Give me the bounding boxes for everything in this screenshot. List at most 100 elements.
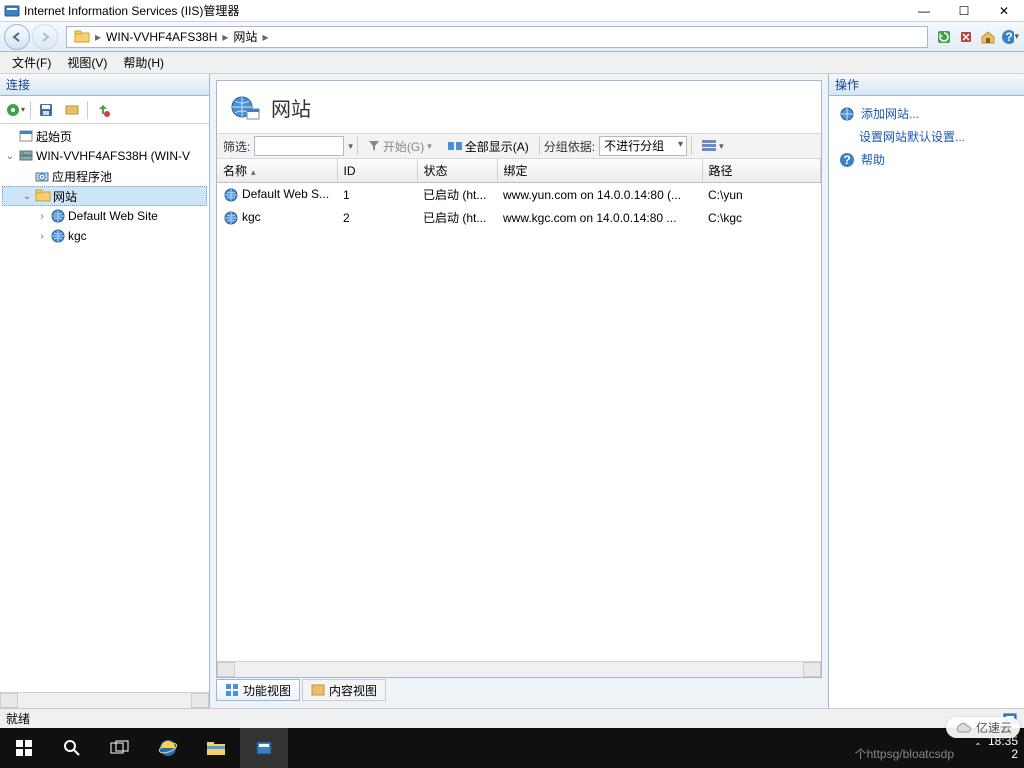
tree-label: WIN-VVHF4AFS38H (WIN-V: [36, 149, 190, 163]
cloud-icon: [954, 721, 972, 735]
reconnect-icon[interactable]: [61, 99, 83, 121]
grid-hscrollbar[interactable]: [217, 661, 821, 677]
tree-node-app-pool[interactable]: 应用程序池: [2, 166, 207, 186]
content-title-row: 网站: [217, 81, 821, 133]
tree-toggle-icon[interactable]: ⌄: [4, 151, 16, 162]
globe-icon: [839, 106, 855, 122]
action-help[interactable]: ? 帮助: [837, 148, 1016, 171]
up-level-icon[interactable]: [92, 99, 114, 121]
table-row[interactable]: Default Web S...1已启动 (ht...www.yun.com o…: [217, 183, 821, 207]
showall-icon: [448, 140, 462, 152]
groupby-select[interactable]: 不进行分组: [599, 136, 687, 156]
site-icon: [50, 228, 66, 244]
watermark-text: 个httpsg/bloatcsdp: [855, 745, 954, 762]
close-button[interactable]: ✕: [984, 0, 1024, 22]
taskbar-explorer[interactable]: [192, 728, 240, 768]
breadcrumb[interactable]: ▸ WIN-VVHF4AFS38H ▸ 网站 ▸: [66, 26, 928, 48]
column-header[interactable]: 路径: [702, 159, 821, 183]
refresh-icon[interactable]: [934, 27, 954, 47]
app-pool-icon: [34, 168, 50, 184]
tree-node-server[interactable]: ⌄ WIN-VVHF4AFS38H (WIN-V: [2, 146, 207, 166]
tree-node-sites[interactable]: ⌄网站: [2, 186, 207, 206]
column-header[interactable]: 绑定: [497, 159, 702, 183]
filter-label: 筛选:: [223, 138, 250, 155]
site-icon: [50, 208, 66, 224]
filter-bar: 筛选: ▾ 开始(G) ▾ 全部显示(A) 分组依据: 不进行分组: [217, 133, 821, 159]
breadcrumb-root-icon[interactable]: [71, 30, 93, 44]
nav-back-button[interactable]: [4, 24, 30, 50]
tree-toggle-icon[interactable]: ›: [36, 231, 48, 242]
action-add-website[interactable]: 添加网站...: [837, 102, 1016, 125]
breadcrumb-server[interactable]: WIN-VVHF4AFS38H: [103, 30, 220, 44]
tree-label: kgc: [68, 229, 87, 243]
tree-label: Default Web Site: [68, 209, 158, 223]
menu-help[interactable]: 帮助(H): [115, 52, 172, 73]
main-area: 连接 ▾ 起始页⌄WIN-VVHF4AFS38H (WIN-V应用程序池⌄网站›…: [0, 74, 1024, 708]
app-icon: [4, 3, 20, 19]
nav-forward-button[interactable]: [32, 24, 58, 50]
help-icon[interactable]: ?▾: [1000, 27, 1020, 47]
taskbar-ie[interactable]: [144, 728, 192, 768]
stop-icon[interactable]: [956, 27, 976, 47]
status-text: 就绪: [6, 710, 30, 727]
column-header[interactable]: 状态: [417, 159, 497, 183]
sites-icon: [35, 188, 51, 204]
table-row[interactable]: kgc2已启动 (ht...www.kgc.com on 14.0.0.14:8…: [217, 206, 821, 229]
show-all-button[interactable]: 全部显示(A): [442, 136, 535, 156]
actions-header: 操作: [829, 74, 1024, 96]
view-tabs: 功能视图 内容视图: [216, 678, 822, 702]
groupby-label: 分组依据:: [544, 138, 595, 155]
titlebar: Internet Information Services (IIS)管理器 —…: [0, 0, 1024, 22]
window-title: Internet Information Services (IIS)管理器: [24, 2, 904, 19]
search-button[interactable]: [48, 728, 96, 768]
tree-node-site[interactable]: › Default Web Site: [2, 206, 207, 226]
menubar: 文件(F) 视图(V) 帮助(H): [0, 52, 1024, 74]
sites-large-icon: [229, 91, 261, 123]
tree-toggle-icon[interactable]: ›: [36, 211, 48, 222]
connections-header: 连接: [0, 74, 209, 96]
chevron-right-icon: ▸: [260, 30, 270, 44]
menu-file[interactable]: 文件(F): [4, 52, 59, 73]
tab-features-view[interactable]: 功能视图: [216, 679, 300, 701]
view-mode-button[interactable]: ▾: [696, 136, 730, 156]
cloud-badge[interactable]: 亿速云: [946, 717, 1020, 738]
actions-panel: 操作 添加网站... 设置网站默认设置... ? 帮助: [828, 74, 1024, 708]
filter-dropdown-icon[interactable]: ▾: [348, 141, 353, 152]
connections-toolbar: ▾: [0, 96, 209, 124]
chevron-right-icon: ▸: [220, 30, 230, 44]
column-header[interactable]: ID: [337, 159, 417, 183]
site-icon: [223, 210, 239, 226]
svg-text:?: ?: [1005, 30, 1012, 44]
sites-grid[interactable]: 名称ID状态绑定路径 Default Web S...1已启动 (ht...ww…: [217, 159, 821, 661]
svg-text:?: ?: [843, 153, 850, 167]
start-button[interactable]: [0, 728, 48, 768]
connect-icon[interactable]: ▾: [4, 99, 26, 121]
tray-chevron-icon[interactable]: ˆ: [976, 741, 980, 755]
minimize-button[interactable]: —: [904, 0, 944, 22]
home-icon[interactable]: [978, 27, 998, 47]
tab-content-view[interactable]: 内容视图: [302, 679, 386, 701]
tree-node-site[interactable]: › kgc: [2, 226, 207, 246]
features-view-icon: [225, 683, 239, 697]
maximize-button[interactable]: ☐: [944, 0, 984, 22]
start-button[interactable]: 开始(G) ▾: [362, 136, 438, 156]
breadcrumb-sites[interactable]: 网站: [230, 28, 260, 45]
taskview-button[interactable]: [96, 728, 144, 768]
action-set-defaults[interactable]: 设置网站默认设置...: [837, 125, 1016, 148]
save-icon[interactable]: [35, 99, 57, 121]
tree-hscrollbar[interactable]: [0, 692, 209, 708]
tree-toggle-icon[interactable]: ⌄: [21, 191, 33, 202]
start-page-icon: [18, 128, 34, 144]
center-panel: 网站 筛选: ▾ 开始(G) ▾ 全部显示(A) 分组依据: 不进行分组: [210, 74, 828, 708]
taskbar-iis[interactable]: [240, 728, 288, 768]
navbar: ▸ WIN-VVHF4AFS38H ▸ 网站 ▸ ?▾: [0, 22, 1024, 52]
tree-label: 应用程序池: [52, 168, 112, 185]
column-header[interactable]: 名称: [217, 159, 337, 183]
system-tray[interactable]: ˆ 18:35 2: [976, 735, 1018, 761]
connections-tree[interactable]: 起始页 ⌄ WIN-VVHF4AFS38H (WIN-V 应用程序池⌄网站 › Defau…: [0, 124, 209, 692]
menu-view[interactable]: 视图(V): [59, 52, 115, 73]
filter-input[interactable]: [254, 136, 344, 156]
content-view-icon: [311, 683, 325, 697]
tree-node-start-page[interactable]: 起始页: [2, 126, 207, 146]
content-heading: 网站: [271, 93, 311, 122]
